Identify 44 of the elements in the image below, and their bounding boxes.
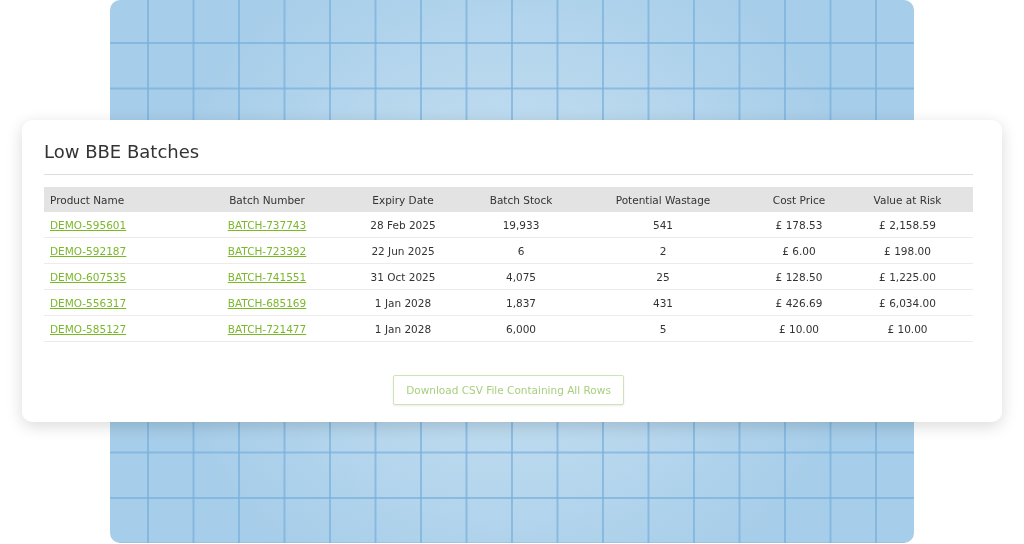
product-link[interactable]: DEMO-585127: [50, 322, 127, 335]
table-cell: 431: [652, 296, 673, 309]
table-cell: £ 2,158.59: [879, 218, 936, 231]
column-header: Batch Stock: [489, 193, 553, 206]
table-cell: 28 Feb 2025: [370, 218, 436, 231]
table-cell: 22 Jun 2025: [371, 244, 435, 257]
column-header: Potential Wastage: [615, 193, 711, 206]
product-link[interactable]: DEMO-595601: [50, 218, 127, 231]
column-header: Product Name: [50, 193, 125, 206]
table-cell: 6,000: [505, 322, 537, 335]
download-button[interactable]: Download CSV File Containing All Rows: [393, 375, 624, 405]
column-header: Expiry Date: [372, 193, 434, 206]
table-cell: 6: [517, 244, 525, 257]
table-cell: 2: [659, 244, 667, 257]
product-link[interactable]: DEMO-607535: [50, 270, 127, 283]
table-cell: £ 6.00: [782, 244, 816, 257]
table-cell: 31 Oct 2025: [370, 270, 436, 283]
table-cell: 5: [659, 322, 667, 335]
table-cell: 1,837: [505, 296, 537, 309]
table-cell: £ 1,225.00: [879, 270, 936, 283]
table-cell: 1 Jan 2028: [374, 322, 432, 335]
table-cell: £ 6,034.00: [879, 296, 936, 309]
product-link[interactable]: DEMO-556317: [50, 296, 127, 309]
table-cell: 4,075: [505, 270, 537, 283]
product-link[interactable]: DEMO-592187: [50, 244, 127, 257]
batch-link[interactable]: BATCH-685169: [227, 296, 307, 309]
batch-link[interactable]: BATCH-741551: [227, 270, 307, 283]
table-cell: £ 198.00: [884, 244, 931, 257]
batch-link[interactable]: BATCH-721477: [227, 322, 307, 335]
column-header: Cost Price: [772, 193, 826, 206]
table-cell: £ 128.50: [775, 270, 823, 283]
column-header: Batch Number: [229, 193, 305, 206]
batch-link[interactable]: BATCH-723392: [227, 244, 307, 257]
column-header: Value at Risk: [873, 193, 942, 206]
table-cell: £ 10.00: [778, 322, 820, 335]
table-cell: £ 10.00: [887, 322, 928, 335]
batch-link[interactable]: BATCH-737743: [227, 218, 307, 231]
table-cell: £ 426.69: [775, 296, 823, 309]
table-cell: 25: [656, 270, 670, 283]
card-title: Low BBE Batches: [44, 140, 201, 164]
table-cell: £ 178.53: [775, 218, 823, 231]
table-cell: 19,933: [502, 218, 540, 231]
table-cell: 1 Jan 2028: [374, 296, 432, 309]
table-cell: 541: [652, 218, 673, 231]
